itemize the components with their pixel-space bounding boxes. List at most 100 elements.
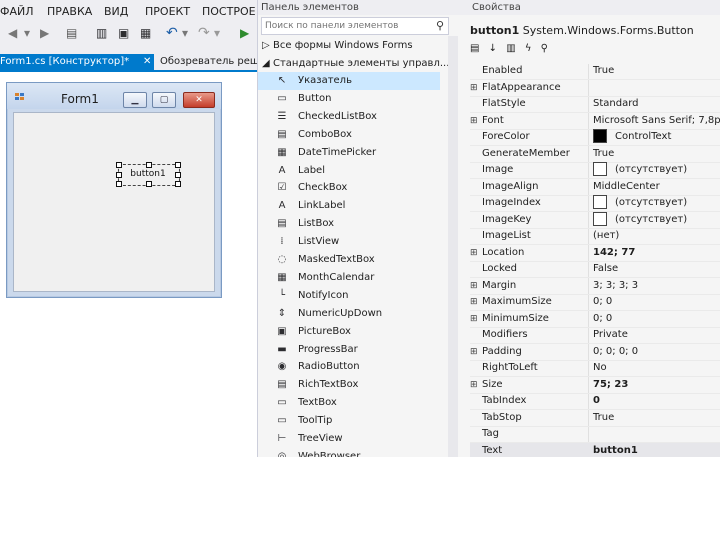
- tab-close-icon[interactable]: ✕: [143, 54, 151, 70]
- property-row[interactable]: Locked False: [470, 261, 720, 278]
- property-row[interactable]: TabIndex 0: [470, 393, 720, 410]
- properties-object-selector[interactable]: button1 System.Windows.Forms.Button: [470, 24, 716, 40]
- resize-handle-w[interactable]: [116, 172, 122, 178]
- property-row[interactable]: ⊞ Margin 3; 3; 3; 3: [470, 278, 720, 295]
- toolbox-item[interactable]: ▭ ToolTip: [258, 412, 440, 430]
- property-value-cell[interactable]: button1: [593, 443, 638, 458]
- save-all-icon[interactable]: ▦: [140, 26, 151, 40]
- property-row[interactable]: ⊞ MinimumSize 0; 0: [470, 311, 720, 328]
- toolbox-item[interactable]: ◉ RadioButton: [258, 358, 440, 376]
- property-row[interactable]: ImageIndex (отсутствует): [470, 195, 720, 212]
- tab-form1-designer[interactable]: Form1.cs [Конструктор]* ✕: [0, 54, 154, 70]
- property-value-cell[interactable]: (отсутствует): [593, 211, 687, 228]
- toolbox-item[interactable]: ▦ MonthCalendar: [258, 269, 440, 287]
- toolbox-group-all-forms[interactable]: ▷ Все формы Windows Forms: [258, 37, 462, 54]
- property-value-cell[interactable]: No: [593, 360, 607, 376]
- open-file-icon[interactable]: ▥: [96, 26, 107, 40]
- property-row[interactable]: Text button1: [470, 442, 720, 458]
- property-value-cell[interactable]: True: [593, 410, 614, 426]
- toolbox-item[interactable]: ▦ DateTimePicker: [258, 144, 440, 162]
- toolbox-item[interactable]: A Label: [258, 162, 440, 180]
- expand-property-icon[interactable]: ⊞: [470, 377, 480, 393]
- expand-property-icon[interactable]: ⊞: [470, 278, 480, 294]
- events-icon[interactable]: ϟ: [525, 43, 532, 54]
- minimize-icon[interactable]: ▁: [123, 92, 147, 108]
- toolbox-item[interactable]: ⁞ ListView: [258, 233, 440, 251]
- property-value-cell[interactable]: 0; 0: [593, 311, 612, 327]
- tab-solution-explorer[interactable]: Обозреватель реш: [160, 54, 258, 70]
- undo-dropdown-icon[interactable]: ▾: [182, 26, 188, 40]
- property-row[interactable]: Enabled True: [470, 63, 720, 80]
- new-project-icon[interactable]: ▤: [66, 26, 77, 40]
- toolbox-item[interactable]: ☑ CheckBox: [258, 179, 440, 197]
- property-row[interactable]: ⊞ FlatAppearance: [470, 80, 720, 97]
- property-value-cell[interactable]: 0: [593, 393, 600, 409]
- toolbox-search-box[interactable]: ⚲: [261, 17, 449, 35]
- redo-icon[interactable]: ↷: [198, 26, 210, 40]
- property-row[interactable]: TabStop True: [470, 410, 720, 427]
- menu-build[interactable]: ПОСТРОЕ: [202, 5, 256, 18]
- resize-handle-sw[interactable]: [116, 181, 122, 187]
- expand-property-icon[interactable]: ⊞: [470, 113, 480, 129]
- property-row[interactable]: FlatStyle Standard: [470, 96, 720, 113]
- toolbox-item[interactable]: └ NotifyIcon: [258, 287, 440, 305]
- properties-icon[interactable]: ▥: [506, 43, 515, 54]
- toolbox-item[interactable]: A LinkLabel: [258, 197, 440, 215]
- toolbox-item[interactable]: ◎ WebBrowser: [258, 448, 440, 457]
- start-debug-icon[interactable]: ▶: [240, 26, 249, 40]
- property-value-cell[interactable]: 75; 23: [593, 377, 628, 393]
- property-value-cell[interactable]: True: [593, 146, 614, 162]
- toolbox-item[interactable]: ◌ MaskedTextBox: [258, 251, 440, 269]
- property-value-cell[interactable]: MiddleCenter: [593, 179, 660, 195]
- navigate-back-icon[interactable]: ◀: [8, 26, 17, 40]
- menu-project[interactable]: ПРОЕКТ: [145, 5, 190, 18]
- designer-surface[interactable]: Form1 ▁ ▢ ✕ button1: [0, 72, 258, 457]
- toolbox-item[interactable]: ▭ TextBox: [258, 394, 440, 412]
- toolbox-item[interactable]: ▭ Button: [258, 90, 440, 108]
- property-value-cell[interactable]: Microsoft Sans Serif; 7,8pt: [593, 113, 720, 129]
- maximize-icon[interactable]: ▢: [152, 92, 176, 108]
- expand-property-icon[interactable]: ⊞: [470, 245, 480, 261]
- property-value-cell[interactable]: Standard: [593, 96, 639, 112]
- property-value-cell[interactable]: 0; 0: [593, 294, 612, 310]
- resize-handle-e[interactable]: [175, 172, 181, 178]
- property-row[interactable]: ⊞ Padding 0; 0; 0; 0: [470, 344, 720, 361]
- property-value-cell[interactable]: 0; 0; 0; 0: [593, 344, 638, 360]
- property-row[interactable]: ⊞ MaximumSize 0; 0: [470, 294, 720, 311]
- toolbox-search-input[interactable]: [262, 18, 426, 34]
- menu-file[interactable]: ФАЙЛ: [0, 5, 34, 18]
- search-icon[interactable]: ⚲: [436, 19, 444, 32]
- menu-edit[interactable]: ПРАВКА: [47, 5, 92, 18]
- toolbox-item[interactable]: ▤ ListBox: [258, 215, 440, 233]
- toolbox-item[interactable]: ⇕ NumericUpDown: [258, 305, 440, 323]
- alphabetical-icon[interactable]: ↓: [489, 43, 497, 54]
- property-value-cell[interactable]: (отсутствует): [593, 162, 687, 178]
- property-row[interactable]: ⊞ Size 75; 23: [470, 377, 720, 394]
- form1-window[interactable]: Form1 ▁ ▢ ✕ button1: [6, 82, 222, 298]
- property-row[interactable]: ImageKey (отсутствует): [470, 211, 720, 229]
- property-row[interactable]: ImageList (нет): [470, 228, 720, 245]
- property-value-cell[interactable]: True: [593, 63, 614, 79]
- property-row[interactable]: ⊞ Font Microsoft Sans Serif; 7,8pt: [470, 113, 720, 130]
- expand-property-icon[interactable]: ⊞: [470, 294, 480, 310]
- toolbox-item[interactable]: ▤ ComboBox: [258, 126, 440, 144]
- toolbox-item[interactable]: ▣ PictureBox: [258, 323, 440, 341]
- property-value-cell[interactable]: False: [593, 261, 618, 277]
- collapse-arrow-icon[interactable]: ◢: [262, 55, 270, 72]
- resize-handle-n[interactable]: [146, 162, 152, 168]
- property-row[interactable]: GenerateMember True: [470, 146, 720, 163]
- property-value-cell[interactable]: (отсутствует): [593, 195, 687, 211]
- resize-handle-se[interactable]: [175, 181, 181, 187]
- resize-handle-s[interactable]: [146, 181, 152, 187]
- toolbox-item[interactable]: ↖ Указатель: [258, 72, 440, 90]
- expand-property-icon[interactable]: ⊞: [470, 311, 480, 327]
- toolbox-group-standard[interactable]: ◢ Стандартные элементы управл...: [258, 55, 462, 72]
- undo-icon[interactable]: ↶: [166, 26, 178, 40]
- property-value-cell[interactable]: 142; 77: [593, 245, 635, 261]
- navigate-forward-icon[interactable]: ▶: [40, 26, 49, 40]
- expand-property-icon[interactable]: ⊞: [470, 80, 480, 96]
- toolbox-item[interactable]: ▬ ProgressBar: [258, 341, 440, 359]
- property-value-cell[interactable]: 3; 3; 3; 3: [593, 278, 638, 294]
- property-row[interactable]: ⊞ Location 142; 77: [470, 245, 720, 262]
- property-row[interactable]: Tag: [470, 426, 720, 443]
